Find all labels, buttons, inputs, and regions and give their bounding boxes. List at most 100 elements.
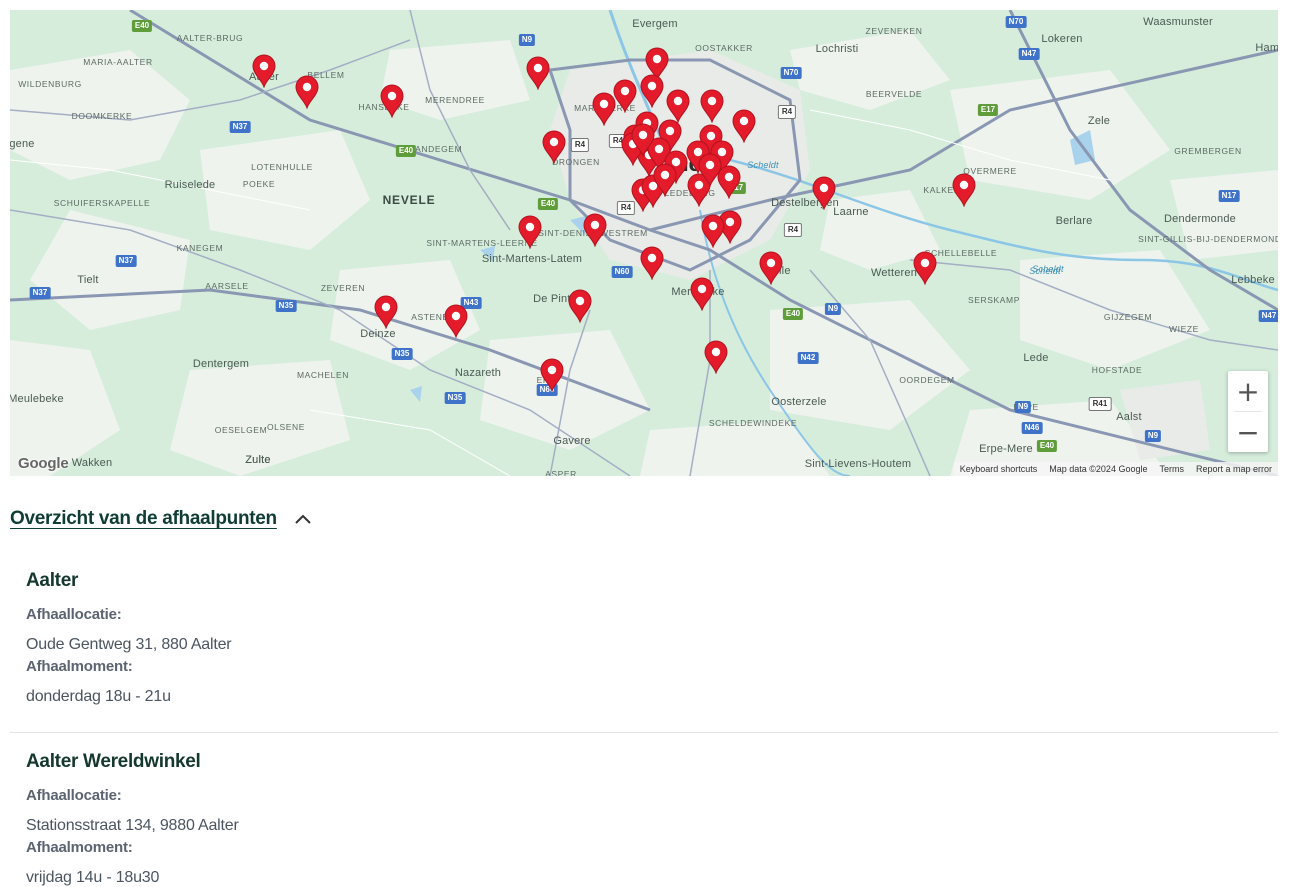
overview-toggle[interactable]: Overzicht van de afhaalpunten xyxy=(10,508,311,530)
pickup-point-name: Aalter xyxy=(26,570,79,591)
map-pin-icon[interactable] xyxy=(568,289,592,324)
road-shield: N35 xyxy=(391,348,413,360)
map-place-label: Tielt xyxy=(77,274,99,286)
map-place-label: Lochristi xyxy=(815,43,859,55)
entry-divider xyxy=(10,732,1278,733)
map-place-label: Zulte xyxy=(245,454,271,466)
map-pin-icon[interactable] xyxy=(542,130,566,165)
map-pin-icon[interactable] xyxy=(526,56,550,91)
zoom-controls: + − xyxy=(1228,371,1268,452)
pickup-moment-label: Afhaalmoment: xyxy=(26,839,133,856)
map-pin-icon[interactable] xyxy=(698,153,722,188)
pickup-moment-value: vrijdag 14u - 18u30 xyxy=(26,869,160,886)
map-pin-icon[interactable] xyxy=(374,295,398,330)
map-place-label: Deinze xyxy=(360,328,396,340)
map-place-label: MACHELEN xyxy=(296,370,350,380)
map-pin-icon[interactable] xyxy=(690,277,714,312)
road-shield: N9 xyxy=(518,34,536,46)
map-place-label: SERSKAMP xyxy=(967,295,1021,305)
pickup-location-label: Afhaallocatie: xyxy=(26,787,122,804)
map-pin-icon[interactable] xyxy=(518,215,542,250)
map-place-label: Wetteren xyxy=(870,267,918,279)
map-pin-icon[interactable] xyxy=(640,74,664,109)
map-place-label: Ruiselede xyxy=(164,179,216,191)
map-pin-icon[interactable] xyxy=(592,92,616,127)
zoom-in-button[interactable]: + xyxy=(1228,371,1268,411)
map-pin-icon[interactable] xyxy=(700,89,724,124)
map-pin-icon[interactable] xyxy=(759,251,783,286)
map-place-label: Sint-Lievens-Houtem xyxy=(804,458,912,470)
map-place-label: ZEVEREN xyxy=(320,283,366,293)
road-shield: R4 xyxy=(570,138,590,152)
map-place-label: SCHELDEWINDEKE xyxy=(708,418,798,428)
pickup-location-value: Stationsstraat 134, 9880 Aalter xyxy=(26,817,239,834)
keyboard-shortcuts-link[interactable]: Keyboard shortcuts xyxy=(960,464,1038,474)
map-pin-icon[interactable] xyxy=(653,163,677,198)
road-shield: E40 xyxy=(395,145,417,157)
chevron-up-icon[interactable] xyxy=(295,514,311,524)
map-pin-icon[interactable] xyxy=(666,89,690,124)
map-place-label: GIJZEGEM xyxy=(1103,312,1153,322)
road-shield: N70 xyxy=(1005,16,1027,28)
map-place-label: OORDEGEM xyxy=(899,375,955,385)
map-pin-icon[interactable] xyxy=(380,84,404,119)
road-shield: N60 xyxy=(611,266,633,278)
overview-title[interactable]: Overzicht van de afhaalpunten xyxy=(10,508,277,530)
terms-link[interactable]: Terms xyxy=(1159,464,1184,474)
pickup-point-card: Aalter Afhaallocatie: Oude Gentweg 31, 8… xyxy=(10,570,1278,706)
road-shield: N46 xyxy=(1021,422,1043,434)
map-attribution: Keyboard shortcuts Map data ©2024 Google… xyxy=(953,462,1278,476)
map-place-label: NEVELE xyxy=(382,193,436,207)
report-map-error-link[interactable]: Report a map error xyxy=(1196,464,1272,474)
road-shield: E40 xyxy=(1036,440,1058,452)
map-place-label: AARSELE xyxy=(205,281,249,291)
map-place-label: gene xyxy=(10,138,35,150)
map-place-label: Dentergem xyxy=(192,358,250,370)
map-place-label: WIEZE xyxy=(1169,324,1199,334)
map-place-label: Aalst xyxy=(1116,411,1142,423)
pickup-points-map[interactable]: Evergem Waasmunster Lokeren Hamm AALTER-BRUG… xyxy=(10,10,1278,476)
road-shield: N9 xyxy=(1144,430,1162,442)
road-shield: E17 xyxy=(977,104,999,116)
map-place-label: SINT-GILLIS-BIJ-DENDERMONDE xyxy=(1138,234,1278,244)
map-place-label: Sint-Martens-Latem xyxy=(481,253,583,265)
road-shield: N70 xyxy=(780,67,802,79)
map-pin-icon[interactable] xyxy=(812,176,836,211)
map-place-label: Meulebeke xyxy=(10,393,64,405)
map-place-label: SCHUIFERSKAPELLE xyxy=(53,198,151,208)
map-place-label: AALTER-BRUG xyxy=(176,33,244,43)
map-place-label: Berlare xyxy=(1055,215,1093,227)
road-shield: N37 xyxy=(229,121,251,133)
map-pin-icon[interactable] xyxy=(952,173,976,208)
map-place-label: Dendermonde xyxy=(1164,213,1236,225)
map-place-label: MARIA-AALTER xyxy=(83,57,153,67)
map-place-label: Scheldt xyxy=(1032,264,1064,274)
map-pin-icon[interactable] xyxy=(640,246,664,281)
map-place-label: OOSTAKKER xyxy=(695,43,753,53)
map-pin-icon[interactable] xyxy=(444,304,468,339)
map-pin-icon[interactable] xyxy=(701,214,725,249)
pickup-location-label: Afhaallocatie: xyxy=(26,606,122,623)
zoom-out-button[interactable]: − xyxy=(1228,412,1268,452)
road-shield: N42 xyxy=(797,352,819,364)
map-place-label: Nazareth xyxy=(454,367,502,379)
map-pin-icon[interactable] xyxy=(631,123,655,158)
map-pin-icon[interactable] xyxy=(732,109,756,144)
pickup-moment-value: donderdag 18u - 21u xyxy=(26,688,171,705)
road-shield: R4 xyxy=(783,223,803,237)
map-pin-icon[interactable] xyxy=(704,340,728,375)
map-place-label: GREMBERGEN xyxy=(1174,146,1242,156)
map-pin-icon[interactable] xyxy=(913,251,937,286)
map-place-label: BEERVELDE xyxy=(865,89,923,99)
map-place-label: Lebbeke xyxy=(1231,274,1275,286)
map-pin-icon[interactable] xyxy=(295,75,319,110)
road-shield: N37 xyxy=(29,287,51,299)
pickup-point-name: Aalter Wereldwinkel xyxy=(26,751,201,772)
map-place-label: WILDENBURG xyxy=(18,79,82,89)
map-pin-icon[interactable] xyxy=(613,79,637,114)
map-pin-icon[interactable] xyxy=(252,54,276,89)
pickup-moment-label: Afhaalmoment: xyxy=(26,658,133,675)
road-shield: N9 xyxy=(1014,401,1032,413)
map-pin-icon[interactable] xyxy=(583,213,607,248)
map-pin-icon[interactable] xyxy=(540,358,564,393)
